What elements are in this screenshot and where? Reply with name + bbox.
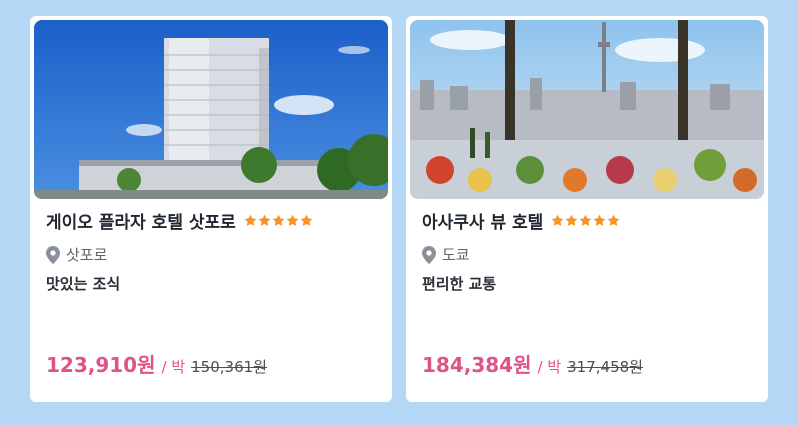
star-icon [300,214,313,226]
star-icon [551,214,564,226]
star-icon [579,214,592,226]
star-icon [565,214,578,226]
hotel-location: 삿포로 [66,246,108,264]
star-icon [286,214,299,226]
location-pin-icon [422,245,436,264]
star-icon [272,214,285,226]
hotel-photo[interactable] [34,20,388,199]
hotel-building-image [34,20,388,199]
hotel-name[interactable]: 아사쿠사 뷰 호텔 [422,208,543,233]
city-view-buffet-image [410,20,764,199]
hotel-name[interactable]: 게이오 플라자 호텔 삿포로 [46,208,236,233]
hotel-feature: 맛있는 조식 [46,275,121,293]
hotel-feature: 편리한 교통 [422,275,497,293]
star-icon [593,214,606,226]
sale-price: 123,910원 [46,353,156,377]
hotel-card[interactable]: 게이오 플라자 호텔 삿포로 삿포로 맛있는 조식 123,910원 / 박 1… [30,16,392,402]
original-price: 150,361원 [191,358,267,376]
sale-price: 184,384원 [422,353,532,377]
star-icon [258,214,271,226]
hotel-photo[interactable] [410,20,764,199]
hotel-card[interactable]: 아사쿠사 뷰 호텔 도쿄 편리한 교통 184,384원 / 박 317,458… [406,16,768,402]
star-icon [244,214,257,226]
star-rating [551,214,620,227]
star-icon [607,214,620,226]
location-pin-icon [46,245,60,264]
star-rating [244,214,313,227]
price-unit: / 박 [161,358,186,376]
price-unit: / 박 [537,358,562,376]
original-price: 317,458원 [567,358,643,376]
hotel-location: 도쿄 [442,246,470,264]
